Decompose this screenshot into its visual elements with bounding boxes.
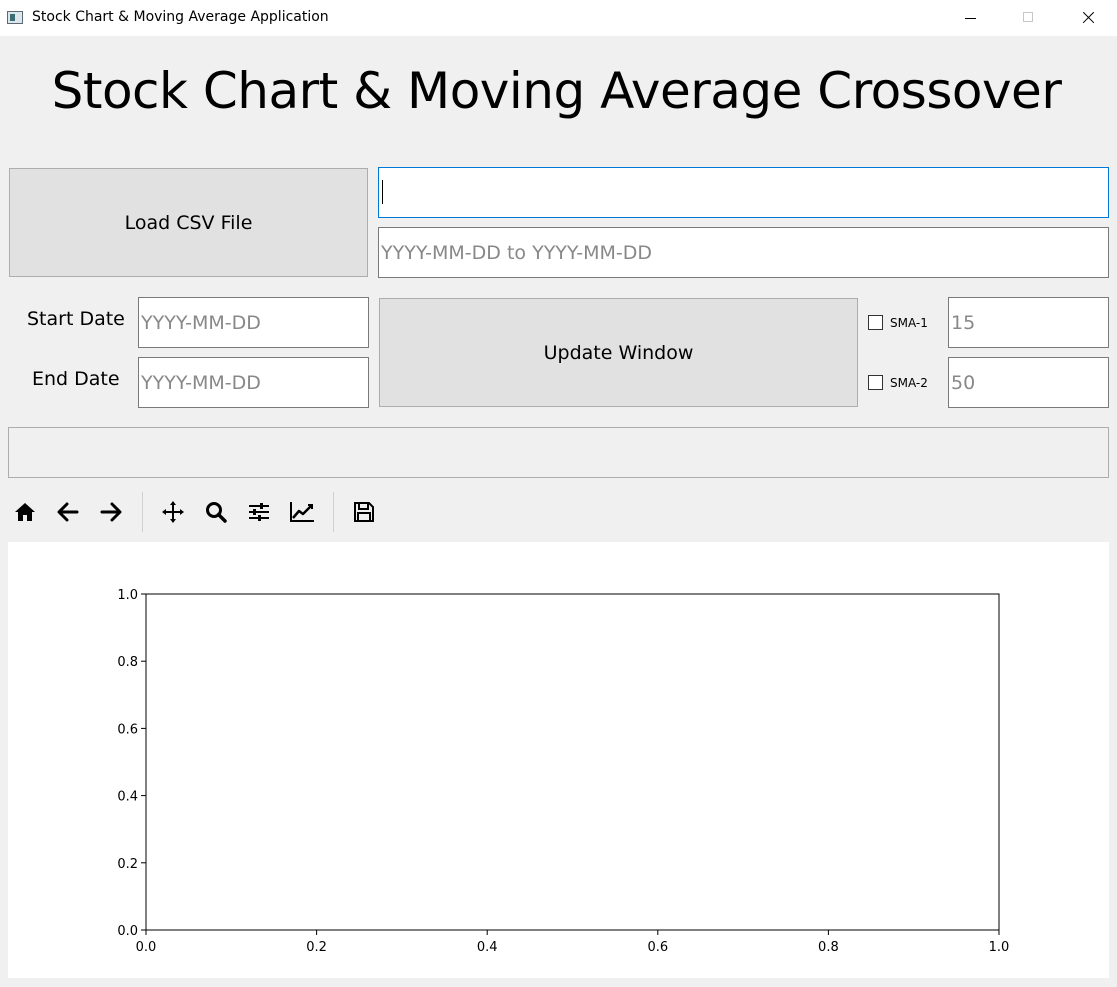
file-path-input[interactable] — [378, 167, 1109, 218]
sma1-period-field[interactable] — [948, 297, 1109, 348]
chart-canvas[interactable]: 0.0 0.2 0.4 0.6 0.8 1.0 0.0 0.2 0.4 0.6 0.8 1.0 — [8, 542, 1109, 978]
sma1-label: SMA-1 — [890, 316, 928, 330]
forward-arrow-icon — [100, 502, 122, 522]
axes-frame — [145, 593, 1000, 931]
sma1-checkbox[interactable] — [868, 315, 883, 330]
x-tick-label: 0.8 — [818, 940, 839, 955]
update-window-button[interactable]: Update Window — [379, 298, 858, 407]
y-tick-label: 0.0 — [117, 924, 138, 939]
chart: 0.0 0.2 0.4 0.6 0.8 1.0 0.0 0.2 0.4 0.6 0.8 1.0 — [117, 588, 1010, 955]
pan-button[interactable] — [157, 496, 189, 528]
sma2-label: SMA-2 — [890, 376, 928, 390]
window-title: Stock Chart & Moving Average Application — [32, 9, 329, 25]
home-button[interactable] — [9, 496, 41, 528]
title-bar: Stock Chart & Moving Average Application — [0, 0, 1117, 36]
edit-axis-button[interactable] — [286, 496, 318, 528]
start-date-field[interactable] — [138, 297, 369, 348]
x-tick-label: 0.2 — [306, 940, 327, 955]
zoom-icon — [206, 502, 227, 523]
configure-subplots-icon — [249, 503, 269, 521]
y-tick-label: 0.4 — [117, 790, 138, 805]
start-date-label: Start Date — [27, 308, 125, 330]
configure-subplots-button[interactable] — [243, 496, 275, 528]
home-icon — [15, 503, 35, 521]
pan-icon — [162, 501, 184, 523]
status-box — [8, 427, 1109, 478]
save-icon — [354, 502, 374, 522]
save-button[interactable] — [348, 496, 380, 528]
sma2-checkbox[interactable] — [868, 375, 883, 390]
end-date-label: End Date — [32, 368, 120, 390]
minimize-button[interactable] — [941, 0, 999, 36]
forward-button[interactable] — [95, 496, 127, 528]
close-button[interactable] — [1058, 0, 1116, 36]
y-tick-label: 1.0 — [117, 588, 138, 603]
x-tick-label: 0.6 — [647, 940, 668, 955]
y-tick-label: 0.2 — [117, 857, 138, 872]
edit-axis-icon — [290, 502, 314, 522]
text-caret — [382, 180, 383, 204]
load-csv-button[interactable]: Load CSV File — [9, 168, 368, 277]
y-tick-label: 0.8 — [117, 655, 138, 670]
x-tick-label: 0.4 — [477, 940, 498, 955]
date-range-field[interactable] — [378, 227, 1109, 278]
back-button[interactable] — [52, 496, 84, 528]
sma2-period-field[interactable] — [948, 357, 1109, 408]
end-date-field[interactable] — [138, 357, 369, 408]
toolbar-separator — [142, 492, 143, 532]
toolbar-separator — [333, 492, 334, 532]
app-icon — [7, 11, 23, 24]
zoom-button[interactable] — [200, 496, 232, 528]
x-tick-label: 1.0 — [989, 940, 1010, 955]
maximize-button[interactable] — [999, 0, 1057, 36]
y-tick-label: 0.6 — [117, 722, 138, 737]
page-title: Stock Chart & Moving Average Crossover — [51, 62, 1062, 120]
x-tick-label: 0.0 — [136, 940, 157, 955]
back-arrow-icon — [57, 502, 79, 522]
